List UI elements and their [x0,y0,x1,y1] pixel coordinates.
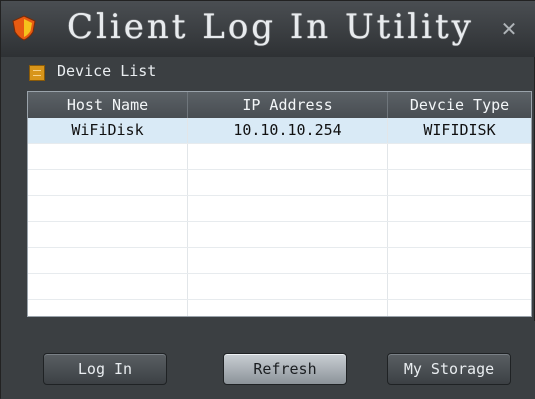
client-login-window: Client Log In Utility ✕ Device List Host… [0,0,535,399]
table-cell-empty [188,248,388,273]
table-row-empty [28,274,531,300]
table-row-empty [28,170,531,196]
button-bar: Log In Refresh My Storage [1,321,535,399]
table-cell-empty [28,300,188,316]
column-host-name[interactable]: Host Name [28,92,188,118]
close-icon[interactable]: ✕ [499,19,519,39]
table-cell-empty [28,170,188,195]
table-cell-empty [388,196,531,221]
table-cell-empty [188,170,388,195]
table-cell-empty [388,144,531,169]
cell-ip-address: 10.10.10.254 [188,118,388,143]
table-cell-empty [388,170,531,195]
refresh-button[interactable]: Refresh [223,353,347,385]
title-bar[interactable]: Client Log In Utility ✕ [1,1,535,57]
table-row-empty [28,300,531,316]
table-cell-empty [388,248,531,273]
table-cell-empty [28,248,188,273]
column-device-type[interactable]: Devcie Type [388,92,531,118]
table-cell-empty [28,222,188,247]
table-cell-empty [188,300,388,316]
window-title: Client Log In Utility [67,7,474,47]
table-cell-empty [28,144,188,169]
device-list-label: Device List [57,62,157,80]
table-row-empty [28,196,531,222]
table-cell-empty [188,274,388,299]
table-cell-empty [388,300,531,316]
table-row-empty [28,248,531,274]
cell-device-type: WIFIDISK [423,121,496,139]
column-ip-address[interactable]: IP Address [188,92,388,118]
table-cell-empty [388,222,531,247]
device-table[interactable]: Host Name IP Address Devcie Type WiFiDis… [27,91,532,317]
cell-host-name: WiFiDisk [28,118,188,143]
login-button[interactable]: Log In [43,353,167,385]
table-cell-empty [188,144,388,169]
table-cell-empty [188,196,388,221]
table-cell-empty [28,274,188,299]
device-list-icon [29,65,45,81]
table-cell-empty [28,196,188,221]
table-row-empty [28,144,531,170]
table-row-empty [28,222,531,248]
table-cell-empty [188,222,388,247]
my-storage-button[interactable]: My Storage [387,353,511,385]
table-header: Host Name IP Address Devcie Type [28,92,531,118]
table-row[interactable]: WiFiDisk 10.10.10.254 WIFIDISK [28,118,531,144]
app-shield-icon [12,15,36,41]
table-cell-empty [388,274,531,299]
device-list-header: Device List [1,59,535,87]
